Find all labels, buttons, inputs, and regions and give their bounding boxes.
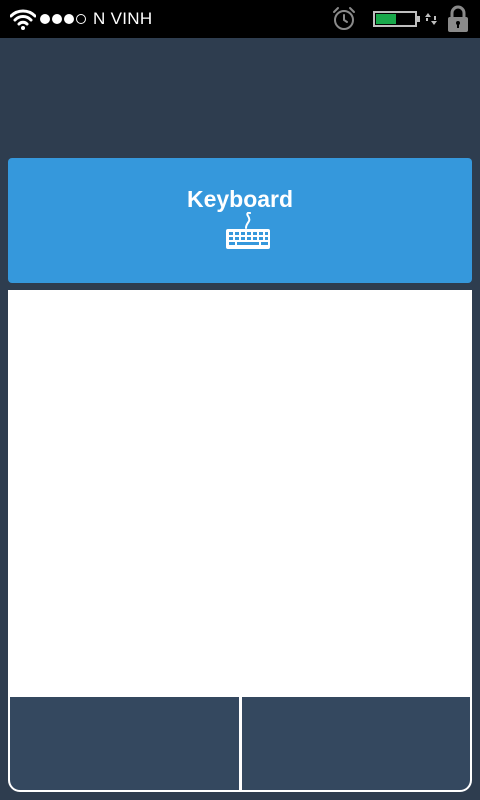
signal-strength-indicator	[40, 14, 88, 24]
mouse-right-button[interactable]	[242, 697, 470, 790]
carrier-name: N VINH	[93, 9, 153, 28]
keyboard-button-label: Keyboard	[186, 186, 294, 212]
data-activity-icon	[425, 13, 437, 25]
status-left: N VINH	[10, 5, 152, 33]
keyboard-button[interactable]: Keyboard	[8, 158, 472, 283]
touchpad-area[interactable]	[10, 292, 470, 697]
battery-icon	[373, 11, 420, 27]
touchpad-panel	[8, 290, 472, 792]
mouse-left-button[interactable]	[10, 697, 239, 790]
signal-dot-filled	[64, 14, 74, 24]
signal-dot-empty	[76, 14, 86, 24]
signal-dot-filled	[40, 14, 50, 24]
signal-dot-filled	[52, 14, 62, 24]
battery-level-fill	[376, 14, 396, 24]
lock-icon	[448, 5, 468, 32]
alarm-icon	[333, 7, 355, 30]
keyboard-icon	[226, 212, 270, 249]
status-bar: N VINH	[0, 0, 480, 38]
status-right	[331, 4, 470, 34]
wifi-icon	[10, 9, 36, 30]
